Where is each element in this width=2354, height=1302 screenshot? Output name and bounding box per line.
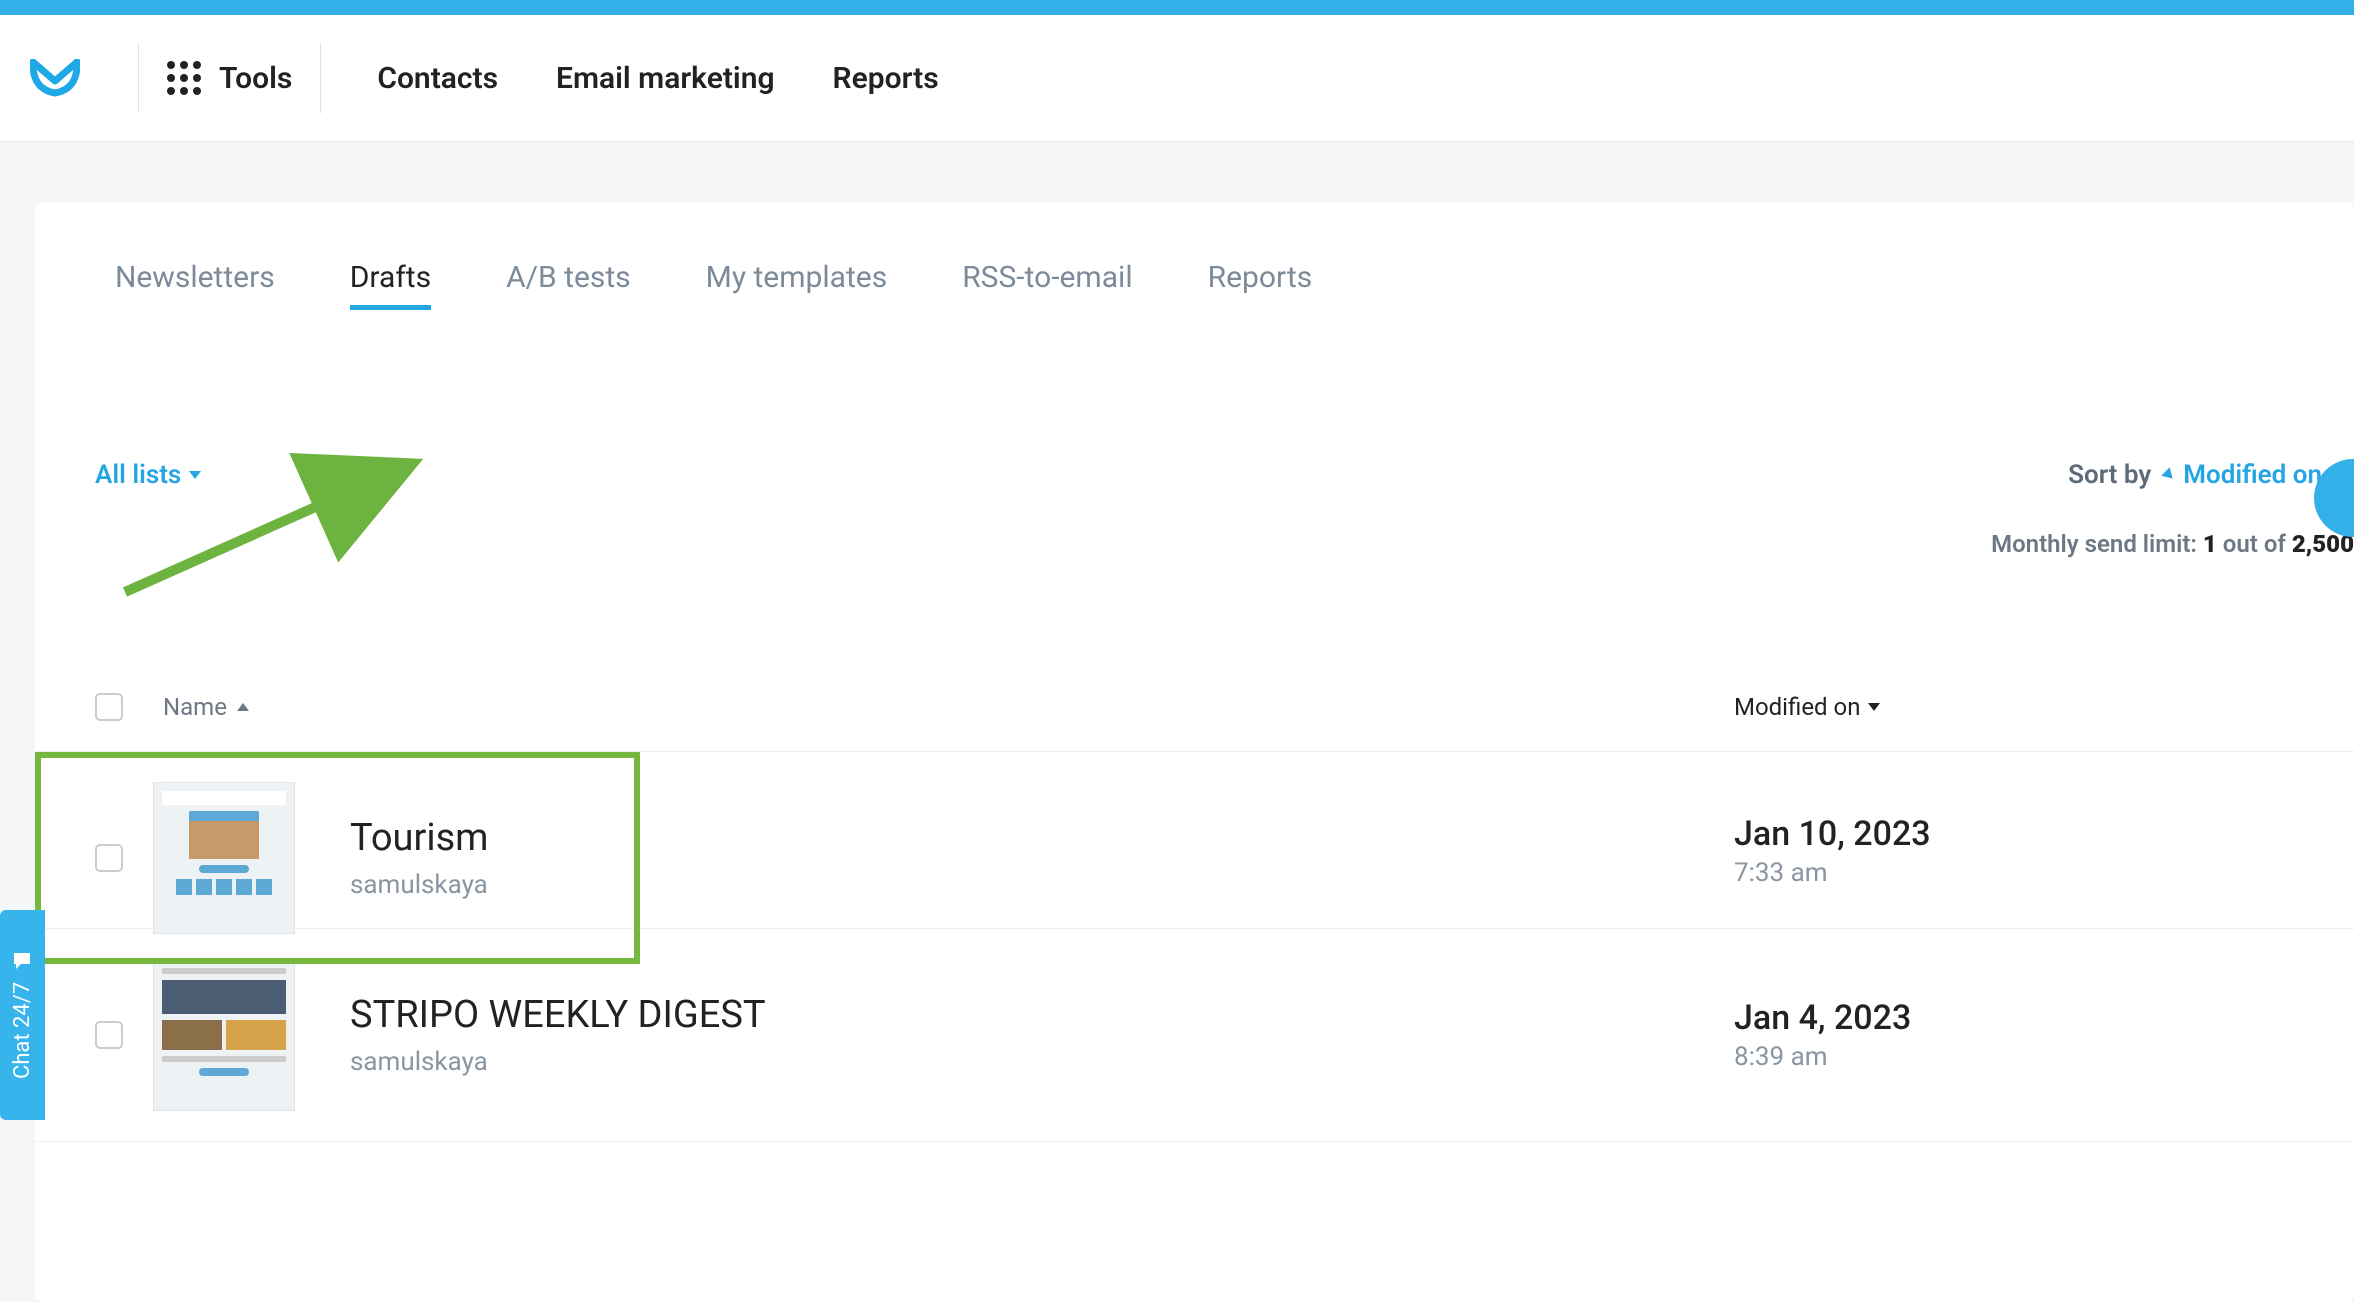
column-modified-label: Modified on (1734, 693, 1860, 721)
draft-time: 8:39 am (1734, 1042, 2294, 1072)
draft-row[interactable]: STRIPO WEEKLY DIGEST samulskaya Jan 4, 2… (35, 929, 2354, 1142)
tools-menu[interactable]: Tools (167, 61, 292, 96)
sort-asc-icon (237, 703, 249, 711)
tab-my-templates[interactable]: My templates (706, 260, 888, 310)
envelope-icon (30, 59, 80, 97)
nav-contacts[interactable]: Contacts (377, 61, 498, 96)
top-accent-bar (0, 0, 2354, 15)
sort-by-label: Sort by (2068, 460, 2151, 490)
tools-label: Tools (219, 61, 292, 96)
draft-author: samulskaya (350, 1047, 1734, 1077)
draft-author: samulskaya (350, 870, 580, 900)
header-divider (320, 43, 321, 113)
draft-modified: Jan 4, 2023 8:39 am (1734, 998, 2294, 1072)
filter-row: All lists Sort by Modified on (35, 310, 2354, 490)
draft-date: Jan 10, 2023 (1734, 814, 2294, 854)
list-filter-dropdown[interactable]: All lists (95, 460, 201, 490)
sort-controls: Sort by Modified on (2068, 460, 2354, 490)
draft-date: Jan 4, 2023 (1734, 998, 2294, 1038)
tab-drafts[interactable]: Drafts (350, 260, 431, 310)
column-name[interactable]: Name (163, 693, 1734, 721)
nav-reports[interactable]: Reports (833, 61, 939, 96)
draft-thumbnail (153, 782, 295, 934)
app-logo[interactable] (30, 59, 110, 97)
apps-grid-icon (167, 61, 201, 95)
draft-name: Tourism (350, 816, 580, 860)
draft-time: 7:33 am (1734, 858, 2294, 888)
sort-desc-icon (1868, 703, 1880, 711)
sort-field: Modified on (2183, 460, 2322, 490)
row-checkbox[interactable] (95, 1021, 123, 1049)
chat-label: Chat 24/7 (10, 981, 35, 1078)
draft-info: Tourism samulskaya (350, 816, 580, 900)
draft-modified: Jan 10, 2023 7:33 am (1734, 814, 2294, 888)
nav-email-marketing[interactable]: Email marketing (556, 61, 774, 96)
draft-rows: Tourism samulskaya Jan 10, 2023 7:33 am (35, 751, 2354, 1142)
app-header: Tools Contacts Email marketing Reports (0, 15, 2354, 142)
table-header: Name Modified on (35, 558, 2354, 751)
chat-widget[interactable]: Chat 24/7 (0, 910, 45, 1120)
send-limit-text: Monthly send limit: 1 out of 2,500 (35, 490, 2354, 558)
column-name-label: Name (163, 693, 227, 721)
tab-newsletters[interactable]: Newsletters (115, 260, 275, 310)
page-body: Newsletters Drafts A/B tests My template… (0, 142, 2354, 1302)
draft-thumbnail (153, 959, 295, 1111)
tab-rss-to-email[interactable]: RSS-to-email (962, 260, 1132, 310)
chevron-down-icon (189, 471, 201, 479)
sort-direction-icon (2162, 467, 2178, 483)
draft-name: STRIPO WEEKLY DIGEST (350, 993, 1734, 1037)
list-filter-label: All lists (95, 460, 181, 490)
select-all-checkbox[interactable] (95, 693, 123, 721)
primary-nav: Contacts Email marketing Reports (377, 61, 938, 96)
section-tabs: Newsletters Drafts A/B tests My template… (35, 260, 2354, 310)
tab-reports[interactable]: Reports (1208, 260, 1313, 310)
header-divider (138, 43, 139, 113)
column-modified[interactable]: Modified on (1734, 693, 2294, 721)
tab-ab-tests[interactable]: A/B tests (506, 260, 631, 310)
draft-info: STRIPO WEEKLY DIGEST samulskaya (350, 993, 1734, 1077)
chat-icon (13, 951, 33, 971)
row-checkbox[interactable] (95, 844, 123, 872)
content-card: Newsletters Drafts A/B tests My template… (35, 202, 2354, 1302)
